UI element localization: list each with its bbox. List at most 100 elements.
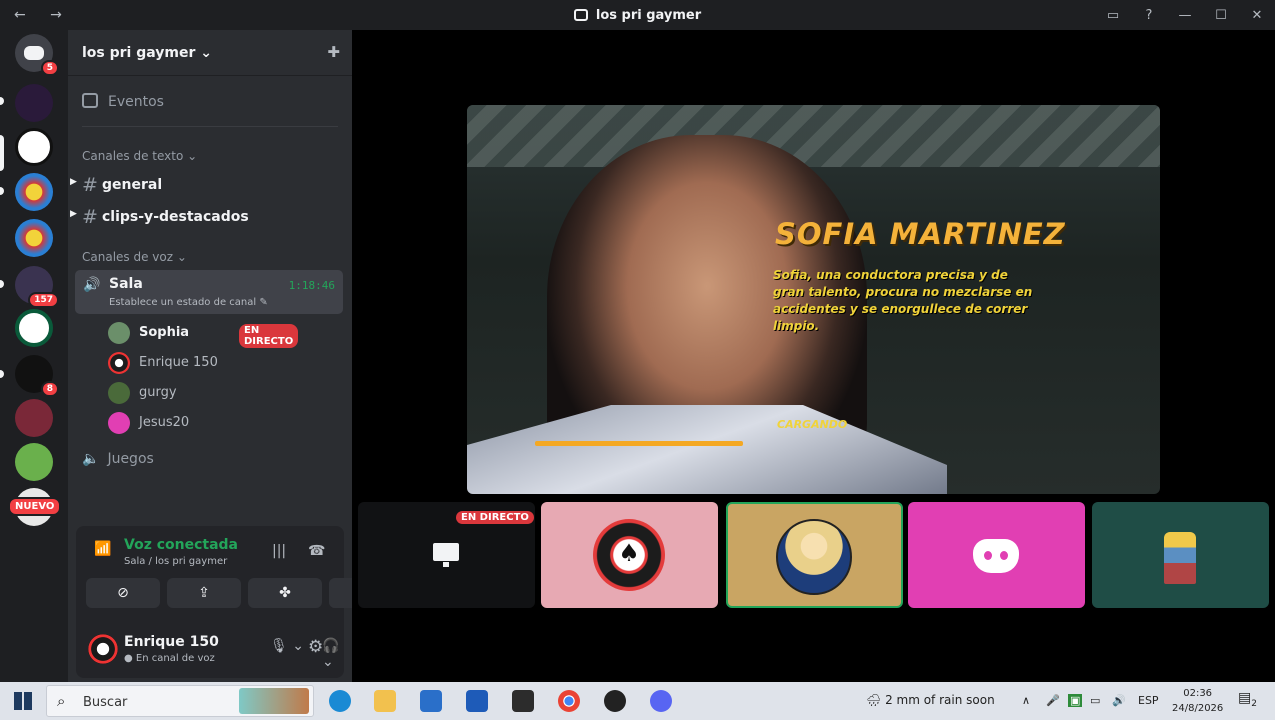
inbox-icon[interactable]: ▭ xyxy=(1095,8,1131,23)
avatar xyxy=(108,322,130,344)
volume-icon[interactable]: 🔊 xyxy=(1112,694,1126,707)
voice-channel-juegos[interactable]: 🔈 Juegos xyxy=(82,451,154,467)
avatar xyxy=(108,352,130,374)
poker-chip-avatar: ♠ xyxy=(593,519,665,591)
server-icon[interactable] xyxy=(15,128,53,166)
dm-home-button[interactable]: 5 xyxy=(15,34,59,76)
window-title: los pri gaymer xyxy=(0,8,1275,23)
loading-bar xyxy=(535,441,743,446)
language-indicator[interactable]: ESP xyxy=(1138,694,1159,707)
participant-tile[interactable]: ♠ xyxy=(541,502,718,608)
clock[interactable]: 02:36 24/8/2026 xyxy=(1172,686,1223,716)
divider xyxy=(82,126,338,127)
title-bar: ← → los pri gaymer ▭ ? — ☐ ✕ xyxy=(0,0,1275,30)
stream-video[interactable]: SOFIA MARTINEZ Sofia, una conductora pre… xyxy=(467,105,1160,494)
notifications-icon[interactable]: ▤2 xyxy=(1238,690,1257,709)
stream-tile[interactable]: EN DIRECTO xyxy=(358,502,535,608)
search-highlight-image xyxy=(239,688,309,714)
mic-tray-icon[interactable]: 🎤 xyxy=(1046,694,1060,707)
live-badge: EN DIRECTO xyxy=(456,511,534,524)
camera-button[interactable]: ⊘ xyxy=(86,578,160,608)
channel-sidebar: los pri gaymer ⌄ ✚ Eventos Canales de te… xyxy=(68,30,403,682)
channel-clips[interactable]: ▶ # clips-y-destacados xyxy=(70,206,249,228)
voice-panel: 📶 Voz conectada Sala / los pri gaymer ||… xyxy=(76,526,403,678)
channel-general[interactable]: ▶ # general xyxy=(70,174,162,196)
lol-icon[interactable] xyxy=(512,690,534,712)
avatar xyxy=(776,519,852,595)
calendar-icon xyxy=(82,93,98,108)
hash-icon: # xyxy=(82,206,98,228)
rain-icon: 🌧 xyxy=(866,693,882,707)
participant-tile[interactable] xyxy=(726,502,903,608)
help-icon[interactable]: ? xyxy=(1131,8,1167,23)
headphones-icon[interactable]: 🎧 ⌄ xyxy=(322,638,344,670)
character-name: SOFIA MARTINEZ xyxy=(775,217,1066,251)
share-screen-button[interactable]: ⇪ xyxy=(167,578,241,608)
loading-label: CARGANDO xyxy=(777,418,848,431)
participant-tile[interactable] xyxy=(908,502,1085,608)
user-name: Enrique 150 xyxy=(124,634,219,650)
avatar xyxy=(108,412,130,434)
discord-logo-icon xyxy=(973,539,1019,573)
stream-stage: SOFIA MARTINEZ Sofia, una conductora pre… xyxy=(352,30,1275,682)
chevron-up-icon[interactable]: ∧ xyxy=(1022,694,1030,707)
participant-tile[interactable] xyxy=(1092,502,1269,608)
monitor-icon xyxy=(433,543,459,567)
live-badge[interactable]: EN DIRECTO xyxy=(239,324,299,348)
voice-connected-title: Voz conectada xyxy=(124,537,238,553)
events-item[interactable]: Eventos xyxy=(82,93,164,110)
maximize-button[interactable]: ☐ xyxy=(1203,8,1239,23)
minimize-button[interactable]: — xyxy=(1167,8,1203,23)
voice-category[interactable]: Canales de voz ⌄ xyxy=(82,250,187,264)
voice-channel-sala[interactable]: 🔊 Sala Establece un estado de canal ✎ 1:… xyxy=(75,270,343,314)
speaker-icon: 🔊 xyxy=(83,277,101,293)
weather-widget[interactable]: 🌧 2 mm of rain soon xyxy=(866,693,995,707)
server-icon[interactable] xyxy=(15,219,53,257)
activities-button[interactable]: ✤ xyxy=(248,578,322,608)
server-icon[interactable]: 157 xyxy=(15,266,59,308)
call-timer: 1:18:46 xyxy=(288,279,335,292)
windows-start-icon[interactable] xyxy=(14,692,32,710)
file-explorer-icon[interactable] xyxy=(374,690,396,712)
search-icon: ⌕ xyxy=(57,692,66,710)
add-member-icon[interactable]: ✚ xyxy=(327,43,340,61)
network-icon[interactable]: ▭ xyxy=(1090,694,1100,707)
settings-gear-icon[interactable]: ⚙ xyxy=(308,637,323,657)
server-icon[interactable] xyxy=(15,173,53,211)
channel-icon xyxy=(573,9,588,21)
close-button[interactable]: ✕ xyxy=(1239,8,1275,23)
server-icon[interactable] xyxy=(15,84,53,122)
voice-connected-sub[interactable]: Sala / los pri gaymer xyxy=(124,556,227,567)
app-icon[interactable] xyxy=(604,690,626,712)
avatar xyxy=(108,382,130,404)
avatar[interactable] xyxy=(88,634,118,664)
tray-app-icon[interactable]: ▣ xyxy=(1068,694,1083,707)
chrome-icon[interactable] xyxy=(558,690,580,712)
taskbar: ⌕ Buscar 🌧 2 mm of rain soon ∧ 🎤 ▣ ▭ 🔊 E… xyxy=(0,682,1275,720)
speaker-icon: 🔈 xyxy=(82,451,100,467)
text-category[interactable]: Canales de texto ⌄ xyxy=(82,149,197,163)
server-icon[interactable] xyxy=(15,309,53,347)
dm-badge: 5 xyxy=(40,60,59,76)
noise-suppression-icon[interactable]: ||| xyxy=(272,543,286,559)
server-icon[interactable]: 8 xyxy=(15,355,59,397)
taskbar-search[interactable]: ⌕ Buscar xyxy=(46,685,314,717)
disconnect-icon[interactable]: ☎ xyxy=(308,543,325,559)
microphone-icon[interactable]: 🎙 ⌄ xyxy=(270,638,304,654)
discord-taskbar-icon[interactable] xyxy=(650,690,672,712)
store-icon[interactable] xyxy=(420,690,442,712)
new-badge: NUEVO xyxy=(8,497,62,516)
server-icon[interactable] xyxy=(15,399,53,437)
channel-status[interactable]: Establece un estado de canal ✎ xyxy=(109,297,268,308)
avatar xyxy=(1164,532,1196,584)
signal-icon[interactable]: 📶 xyxy=(94,541,111,557)
server-icon[interactable] xyxy=(15,443,53,481)
outlook-icon[interactable] xyxy=(466,690,488,712)
server-list: 5 157 8 NUEVO xyxy=(0,30,68,682)
hash-icon: # xyxy=(82,174,98,196)
user-status: ● En canal de voz xyxy=(124,653,215,664)
edge-icon[interactable] xyxy=(329,690,351,712)
guild-name[interactable]: los pri gaymer ⌄ xyxy=(82,45,212,61)
discord-logo-icon xyxy=(24,46,44,60)
guild-header[interactable]: los pri gaymer ⌄ ✚ xyxy=(68,30,352,76)
